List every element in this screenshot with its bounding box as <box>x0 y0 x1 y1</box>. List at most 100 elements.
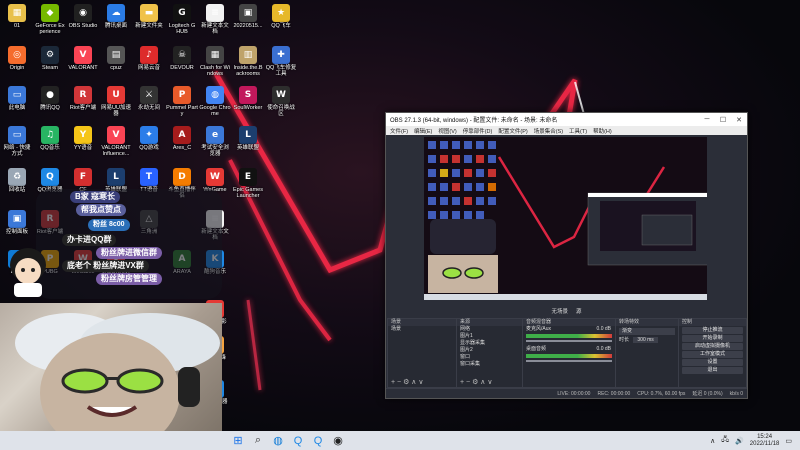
sources-dock-title: 来源 <box>457 319 522 326</box>
source-item[interactable]: 窗口 <box>457 354 522 361</box>
add-source-button[interactable]: + <box>460 379 464 386</box>
desktop-icon[interactable]: ● 腾讯QQ <box>34 86 66 111</box>
desktop-icon[interactable]: ◉ OBS Studio <box>67 4 99 29</box>
desktop-icon[interactable]: ⚔ 永劫无间 <box>133 86 165 111</box>
desktop-icon[interactable]: VVALORANT Influence... <box>100 126 132 157</box>
desktop-icon-label: 永劫无间 <box>137 105 160 111</box>
volume-slider[interactable] <box>526 360 612 362</box>
desktop-icon[interactable]: ▦ 01 <box>1 4 33 29</box>
desktop-icon[interactable]: ▤ cpuz <box>100 46 132 71</box>
app-icon: W <box>272 86 290 104</box>
desktop-icon[interactable]: ☠ DEVOUR <box>166 46 198 71</box>
desktop-icon[interactable]: ♫ QQ音乐 <box>34 126 66 151</box>
app-icon: ◎ <box>8 46 26 64</box>
start-recording-button[interactable]: 开始录制 <box>682 335 743 342</box>
desktop-icon[interactable]: E Epic Games Launcher <box>232 168 264 199</box>
desktop-icon[interactable]: e 考试安全浏览器 <box>199 126 231 157</box>
windows-start-icon[interactable]: ⊞ <box>228 431 248 450</box>
studio-mode-button[interactable]: 工作室模式 <box>682 351 743 358</box>
volume-slider[interactable] <box>526 340 612 342</box>
source-item[interactable]: 图片1 <box>457 333 522 340</box>
desktop-icon[interactable]: ▣ 20220515... <box>232 4 264 29</box>
desktop-icon[interactable]: ◎ Origin <box>1 46 33 71</box>
overlay-line-3: 底老个 粉丝牌进VX群 <box>62 260 149 272</box>
qq-browser-icon-2[interactable]: Q <box>308 431 328 450</box>
desktop-icon[interactable]: ▦ Clash for Windows <box>199 46 231 77</box>
desktop-icon[interactable]: RRiot客户端 <box>67 86 99 111</box>
desktop-icon[interactable]: P Pummel Party <box>166 86 198 117</box>
desktop-icon[interactable]: ▭ 网络 - 快捷方式 <box>1 126 33 157</box>
obs-preview-canvas[interactable] <box>424 137 707 300</box>
desktop-icon[interactable]: L英雄联盟 <box>232 126 264 151</box>
desktop-icon[interactable]: ⚙ Steam <box>34 46 66 71</box>
desktop-icon[interactable]: ◆ GeForce Experience <box>34 4 66 35</box>
desktop-icon[interactable]: ▭ 此电脑 <box>1 86 33 111</box>
virtual-camera-button[interactable]: 启动虚拟摄像机 <box>682 343 743 350</box>
desktop-icon[interactable]: ♻ 回收站 <box>1 168 33 193</box>
app-icon: G <box>173 4 191 22</box>
desktop-icon[interactable]: ▣ 控制面板 <box>1 210 33 235</box>
desktop-icon[interactable]: S SoulWorker <box>232 86 264 111</box>
desktop-icon[interactable]: ♪ 网易云音 <box>133 46 165 71</box>
desktop-icon[interactable]: ☁ 腾讯桌面 <box>100 4 132 29</box>
exit-button[interactable]: 退出 <box>682 367 743 374</box>
desktop-icon-label: 新建文件夹 <box>135 23 163 29</box>
obs-preview-image <box>424 137 707 300</box>
close-button[interactable]: ✕ <box>731 116 747 124</box>
desktop-icon-label: DEVOUR <box>170 65 194 71</box>
source-item[interactable]: 显示器采集 <box>457 340 522 347</box>
menu-help[interactable]: 帮助(H) <box>593 127 612 135</box>
app-icon: P <box>173 86 191 104</box>
desktop-icon[interactable]: ✦ QQ游戏 <box>133 126 165 151</box>
menu-profile[interactable]: 配置文件(P) <box>498 127 527 135</box>
desktop-icon[interactable]: V VALORANT <box>67 46 99 71</box>
obs-window[interactable]: OBS 27.1.3 (64-bit, windows) - 配置文件: 未命名… <box>385 112 748 399</box>
settings-button[interactable]: 设置 <box>682 359 743 366</box>
scene-item[interactable]: 场景 <box>388 326 456 333</box>
volume-icon[interactable]: 🔊 <box>735 437 744 445</box>
source-item[interactable]: 图片2 <box>457 347 522 354</box>
app-icon: ◆ <box>41 4 59 22</box>
clock-date: 2022/11/18 <box>749 440 780 447</box>
search-icon[interactable]: ⌕ <box>248 431 268 450</box>
stop-streaming-button[interactable]: 停止推流 <box>682 327 743 334</box>
app-icon: ▭ <box>8 126 26 144</box>
obs-scene-bar: 无场景 源 <box>386 306 747 316</box>
menu-edit[interactable]: 编辑(E) <box>414 127 432 135</box>
desktop-icon[interactable]: ▬ 新建文件夹 <box>133 4 165 29</box>
qq-browser-icon[interactable]: Q <box>288 431 308 450</box>
desktop-icon[interactable]: ★ QQ飞车 <box>265 4 297 29</box>
menu-view[interactable]: 视图(V) <box>438 127 456 135</box>
menu-docks[interactable]: 停靠部件(D) <box>463 127 493 135</box>
app-icon: U <box>107 86 125 104</box>
desktop-icon[interactable]: ◍ Google Chrome <box>199 86 231 117</box>
desktop-icon[interactable]: G Logitech G HUB <box>166 4 198 35</box>
desktop-icon[interactable]: ✚ QQ飞车修复工具 <box>265 46 297 77</box>
desktop-icon[interactable]: ≡新建文本文档 <box>199 4 231 35</box>
clock[interactable]: 15:24 2022/11/18 <box>750 434 780 448</box>
menu-tools[interactable]: 工具(T) <box>569 127 587 135</box>
menu-scene-collection[interactable]: 场景集合(S) <box>534 127 563 135</box>
obs-icon[interactable]: ◉ <box>328 431 348 450</box>
chevron-up-icon[interactable]: ∧ <box>710 437 715 445</box>
transition-type-select[interactable]: 渐变 <box>619 328 675 335</box>
source-item[interactable]: 网络 <box>457 326 522 333</box>
notification-icon[interactable]: ▭ <box>785 437 792 445</box>
maximize-button[interactable]: ☐ <box>715 116 731 124</box>
edge-icon[interactable]: ◍ <box>268 431 288 450</box>
add-scene-button[interactable]: + <box>391 379 395 386</box>
desktop-icon[interactable]: ▥ Inside.the.Backrooms <box>232 46 264 77</box>
desktop-icon[interactable]: U 网易UU加速器 <box>100 86 132 117</box>
app-icon: ● <box>41 86 59 104</box>
desktop-icon[interactable]: W 使命召唤战区 <box>265 86 297 117</box>
app-icon: V <box>107 126 125 144</box>
duration-input[interactable]: 300 ms <box>633 337 658 343</box>
desktop-icon[interactable]: Y YY语音 <box>67 126 99 151</box>
minimize-button[interactable]: ─ <box>699 116 715 123</box>
obs-titlebar[interactable]: OBS 27.1.3 (64-bit, windows) - 配置文件: 未命名… <box>386 113 747 126</box>
mixer-track-name: 桌面音频 <box>526 346 547 352</box>
network-icon[interactable]: 🖧 <box>721 435 729 446</box>
desktop-icon[interactable]: A Ares_C <box>166 126 198 151</box>
menu-file[interactable]: 文件(F) <box>390 127 408 135</box>
source-item[interactable]: 窗口采集 <box>457 361 522 368</box>
